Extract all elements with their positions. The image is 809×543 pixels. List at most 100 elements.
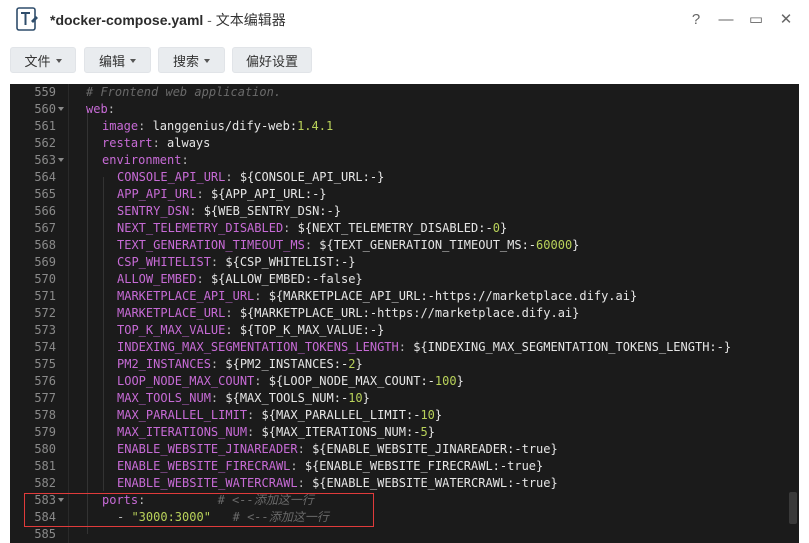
line-number: 568 <box>34 238 56 252</box>
text-editor-app-icon <box>16 7 38 31</box>
line-code: MARKETPLACE_API_URL: ${MARKETPLACE_API_U… <box>117 288 637 305</box>
file-menu-button[interactable]: 文件 <box>10 47 76 73</box>
preferences-button[interactable]: 偏好设置 <box>232 47 312 73</box>
scrollbar-thumb[interactable] <box>789 492 797 524</box>
code-token: } <box>434 408 443 422</box>
line-number: 572 <box>34 306 56 320</box>
code-token: NEXT_TELEMETRY_DISABLED <box>117 221 284 235</box>
code-token: TEXT_GENERATION_TIMEOUT_MS <box>117 238 305 252</box>
code-line[interactable]: 581 ENABLE_WEBSITE_FIRECRAWL: ${ENABLE_WE… <box>10 458 799 475</box>
code-token: ${WEB_SENTRY_DSN:-} <box>203 204 341 218</box>
line-number: 578 <box>34 408 56 422</box>
code-token: langgenius/dify-web: <box>152 119 298 133</box>
code-line[interactable]: 576 LOOP_NODE_MAX_COUNT: ${LOOP_NODE_MAX_… <box>10 373 799 390</box>
code-line[interactable]: 578 MAX_PARALLEL_LIMIT: ${MAX_PARALLEL_LI… <box>10 407 799 424</box>
line-number: 580 <box>34 442 56 456</box>
line-code: TEXT_GENERATION_TIMEOUT_MS: ${TEXT_GENER… <box>117 237 579 254</box>
line-number: 581 <box>34 459 56 473</box>
search-menu-button[interactable]: 搜索 <box>158 47 225 73</box>
line-number: 577 <box>34 391 56 405</box>
code-editor[interactable]: 559 # Frontend web application. 560 web: 561… <box>10 84 799 543</box>
code-token: } <box>499 221 508 235</box>
code-line[interactable]: 569 CSP_WHITELIST: ${CSP_WHITELIST:-} <box>10 254 799 271</box>
code-token: : <box>152 136 168 150</box>
edit-menu-button[interactable]: 编辑 <box>84 47 151 73</box>
code-token: : <box>247 408 262 422</box>
line-number: 575 <box>34 357 56 371</box>
code-token: web <box>86 102 108 116</box>
code-line[interactable]: 563 environment: <box>10 152 799 169</box>
code-line[interactable]: 579 MAX_ITERATIONS_NUM: ${MAX_ITERATIONS_… <box>10 424 799 441</box>
code-line[interactable]: 564 CONSOLE_API_URL: ${CONSOLE_API_URL:-} <box>10 169 799 186</box>
line-code: restart: always <box>102 135 210 152</box>
code-line[interactable]: 580 ENABLE_WEBSITE_JINAREADER: ${ENABLE_W… <box>10 441 799 458</box>
line-code: TOP_K_MAX_VALUE: ${TOP_K_MAX_VALUE:-} <box>117 322 384 339</box>
line-code: LOOP_NODE_MAX_COUNT: ${LOOP_NODE_MAX_COU… <box>117 373 464 390</box>
code-line[interactable]: 567 NEXT_TELEMETRY_DISABLED: ${NEXT_TELEM… <box>10 220 799 237</box>
code-token: : <box>225 306 240 320</box>
code-token: : <box>210 391 226 405</box>
code-line[interactable]: 585 <box>10 526 799 543</box>
close-button[interactable]: ✕ <box>771 8 801 30</box>
code-token: : <box>210 255 226 269</box>
code-token: : <box>297 442 313 456</box>
code-line[interactable]: 574 INDEXING_MAX_SEGMENTATION_TOKENS_LENG… <box>10 339 799 356</box>
code-token: MARKETPLACE_URL <box>117 306 226 320</box>
line-code: SENTRY_DSN: ${WEB_SENTRY_DSN:-} <box>117 203 341 220</box>
code-token: CONSOLE_API_URL <box>117 170 226 184</box>
code-token: : <box>304 238 320 252</box>
code-token: : <box>189 204 204 218</box>
code-token: : <box>225 323 240 337</box>
code-token: ${CSP_WHITELIST:-} <box>225 255 356 269</box>
line-code: web: <box>86 101 115 118</box>
line-number: 560 <box>34 102 56 116</box>
minimize-button[interactable]: — <box>711 8 741 30</box>
help-button[interactable]: ? <box>681 8 711 30</box>
line-code: CONSOLE_API_URL: ${CONSOLE_API_URL:-} <box>117 169 384 186</box>
code-token: 0 <box>492 221 500 235</box>
code-token: ${LOOP_NODE_MAX_COUNT:- <box>268 374 435 388</box>
chevron-down-icon <box>130 58 136 63</box>
code-line[interactable]: 582 ENABLE_WEBSITE_WATERCRAWL: ${ENABLE_W… <box>10 475 799 492</box>
code-line[interactable]: 571 MARKETPLACE_API_URL: ${MARKETPLACE_AP… <box>10 288 799 305</box>
fold-arrow-icon[interactable] <box>58 107 64 111</box>
code-line[interactable]: 575 PM2_INSTANCES: ${PM2_INSTANCES:-2} <box>10 356 799 373</box>
code-token: } <box>427 425 435 439</box>
maximize-button[interactable]: ▭ <box>741 8 771 30</box>
code-token: ${APP_API_URL:-} <box>210 187 327 201</box>
code-token: ${ALLOW_EMBED:-false} <box>210 272 363 286</box>
code-token: ${INDEXING_MAX_SEGMENTATION_TOKENS_LENGT… <box>413 340 732 354</box>
line-code: MAX_PARALLEL_LIMIT: ${MAX_PARALLEL_LIMIT… <box>117 407 442 424</box>
chevron-down-icon <box>204 58 210 63</box>
line-code: ENABLE_WEBSITE_FIRECRAWL: ${ENABLE_WEBSI… <box>117 458 543 475</box>
line-number: 573 <box>34 323 56 337</box>
code-token: MAX_PARALLEL_LIMIT <box>117 408 248 422</box>
code-line[interactable]: 560 web: <box>10 101 799 118</box>
code-line[interactable]: 565 APP_API_URL: ${APP_API_URL:-} <box>10 186 799 203</box>
code-token: 1.4.1 <box>297 119 334 133</box>
code-token: : <box>225 170 240 184</box>
code-token: ${TEXT_GENERATION_TIMEOUT_MS:- <box>319 238 537 252</box>
code-token: : <box>283 221 298 235</box>
code-line[interactable]: 570 ALLOW_EMBED: ${ALLOW_EMBED:-false} <box>10 271 799 288</box>
line-number: 569 <box>34 255 56 269</box>
code-line[interactable]: 562 restart: always <box>10 135 799 152</box>
code-token: always <box>167 136 211 150</box>
line-number: 567 <box>34 221 56 235</box>
line-code: PM2_INSTANCES: ${PM2_INSTANCES:-2} <box>117 356 363 373</box>
code-token: environment <box>102 153 182 167</box>
code-token: : <box>247 425 262 439</box>
line-number: 579 <box>34 425 56 439</box>
toolbar: 文件 编辑 搜索 偏好设置 <box>0 38 809 82</box>
code-line[interactable]: 566 SENTRY_DSN: ${WEB_SENTRY_DSN:-} <box>10 203 799 220</box>
code-line[interactable]: 572 MARKETPLACE_URL: ${MARKETPLACE_URL:-h… <box>10 305 799 322</box>
code-line[interactable]: 577 MAX_TOOLS_NUM: ${MAX_TOOLS_NUM:-10} <box>10 390 799 407</box>
line-code: ENABLE_WEBSITE_JINAREADER: ${ENABLE_WEBS… <box>117 441 558 458</box>
code-line[interactable]: 559 # Frontend web application. <box>10 84 799 101</box>
fold-arrow-icon[interactable] <box>58 158 64 162</box>
code-line[interactable]: 568 TEXT_GENERATION_TIMEOUT_MS: ${TEXT_GE… <box>10 237 799 254</box>
code-line[interactable]: 561 image: langgenius/dify-web:1.4.1 <box>10 118 799 135</box>
code-token: : <box>290 459 305 473</box>
code-token: ${PM2_INSTANCES:- <box>225 357 349 371</box>
code-line[interactable]: 573 TOP_K_MAX_VALUE: ${TOP_K_MAX_VALUE:-} <box>10 322 799 339</box>
